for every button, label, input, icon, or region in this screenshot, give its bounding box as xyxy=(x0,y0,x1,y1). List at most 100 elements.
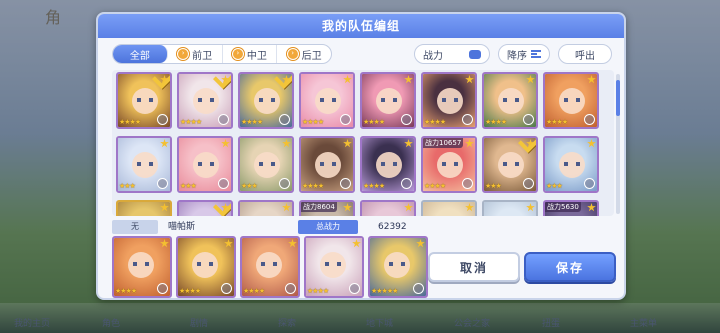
save-button[interactable]: 保存 xyxy=(524,252,616,282)
character-eyes xyxy=(564,98,580,102)
position-tab[interactable]: › 中卫 xyxy=(223,45,278,63)
team-member-card[interactable]: ★★★★ xyxy=(112,236,172,298)
filter-row: 全部 › 前卫 › 中卫 › 后卫 战力 降序 呼出 xyxy=(112,44,612,64)
star-rating: ★★★★★ xyxy=(371,287,398,295)
star-rating: ★★★ xyxy=(119,182,136,190)
character-eyes xyxy=(381,162,397,166)
character-roster-grid: ★★★★ ★★★★ ★★★★ ★★★★ ★★★★ ★★★★ ★★★★ ★★★★ ★★★ ★★★ ★★… xyxy=(112,70,614,216)
sort-order-button[interactable]: 降序 xyxy=(498,44,550,64)
character-eyes xyxy=(389,262,405,266)
character-portrait xyxy=(240,202,292,216)
level-ring-icon xyxy=(584,114,595,125)
team-name[interactable]: 喵帕斯 xyxy=(168,220,195,234)
character-card[interactable] xyxy=(177,200,233,216)
character-eyes xyxy=(381,98,397,102)
star-rating: ★★★★ xyxy=(302,118,324,126)
star-rating: ★★★ xyxy=(485,182,502,190)
star-rating: ★★★★ xyxy=(363,182,385,190)
level-ring-icon xyxy=(157,114,168,125)
character-card[interactable]: ★★★★ xyxy=(299,136,355,193)
character-eyes xyxy=(198,98,214,102)
character-eyes xyxy=(197,262,213,266)
sort-key-button[interactable]: 战力 xyxy=(414,44,490,64)
character-eyes xyxy=(259,162,275,166)
level-ring-icon xyxy=(157,178,168,189)
position-tab[interactable]: › 前卫 xyxy=(168,45,223,63)
sort-descending-icon xyxy=(531,50,541,58)
position-tab[interactable]: 全部 xyxy=(113,45,168,63)
character-card[interactable]: ★★★ xyxy=(177,136,233,193)
character-card[interactable]: ★★★ xyxy=(116,136,172,193)
character-card[interactable] xyxy=(116,200,172,216)
character-card[interactable]: 战力5630 xyxy=(543,200,599,216)
team-member-card[interactable]: ★★★★ xyxy=(304,236,364,298)
level-ring-icon xyxy=(413,283,424,294)
card-power-label: 战力5630 xyxy=(545,202,581,212)
character-card[interactable]: ★★★★ xyxy=(360,72,416,129)
call-button[interactable]: 呼出 xyxy=(558,44,612,64)
position-icon: › xyxy=(177,48,190,60)
character-portrait xyxy=(362,202,414,216)
character-portrait xyxy=(118,202,170,216)
character-eyes xyxy=(503,98,519,102)
team-member-card[interactable]: ★★★★ xyxy=(176,236,236,298)
dialog-title: 我的队伍编组 xyxy=(98,14,624,38)
toggle-icon xyxy=(469,49,481,59)
team-member-card[interactable]: ★★★★★ xyxy=(368,236,428,298)
character-card[interactable]: ★★★★ xyxy=(482,72,538,129)
character-card[interactable] xyxy=(238,200,294,216)
level-ring-icon xyxy=(218,178,229,189)
roster-scrollbar[interactable] xyxy=(616,74,620,214)
character-card[interactable]: ★★★ xyxy=(238,136,294,193)
character-card[interactable]: 战力10657 ★★★★ xyxy=(421,136,477,193)
character-card[interactable]: ★★★★ xyxy=(421,72,477,129)
character-card[interactable] xyxy=(421,200,477,216)
level-ring-icon xyxy=(401,178,412,189)
cancel-button[interactable]: 取消 xyxy=(428,252,520,282)
position-badge: 无 xyxy=(112,220,158,234)
level-ring-icon xyxy=(462,114,473,125)
team-editor-dialog: 我的队伍编组 全部 › 前卫 › 中卫 › 后卫 战力 降序 呼出 ★★★★ ★★★★ ★★★★… xyxy=(96,12,626,300)
character-eyes xyxy=(198,162,214,166)
character-card[interactable] xyxy=(360,200,416,216)
character-eyes xyxy=(564,162,580,166)
character-eyes xyxy=(133,262,149,266)
star-rating: ★★★★ xyxy=(302,182,324,190)
scrollbar-thumb[interactable] xyxy=(616,80,620,116)
character-card[interactable]: ★★★★ xyxy=(360,136,416,193)
position-tab-label: 后卫 xyxy=(301,50,322,62)
character-card[interactable]: ★★★ xyxy=(543,136,599,193)
character-card[interactable]: ★★★★ xyxy=(116,72,172,129)
card-power-label: 战力8604 xyxy=(301,202,337,212)
character-card[interactable]: ★★★★ xyxy=(543,72,599,129)
star-rating: ★★★★ xyxy=(119,118,141,126)
team-member-card[interactable]: ★★★★ xyxy=(240,236,300,298)
character-portrait xyxy=(423,202,475,216)
star-rating: ★★★★ xyxy=(179,287,201,295)
character-card[interactable]: ★★★★ xyxy=(299,72,355,129)
level-ring-icon xyxy=(279,178,290,189)
star-rating: ★★★★ xyxy=(546,118,568,126)
character-eyes xyxy=(320,98,336,102)
star-rating: ★★★★ xyxy=(115,287,137,295)
level-ring-icon xyxy=(523,178,534,189)
character-card[interactable]: ★★★★ xyxy=(238,72,294,129)
star-rating: ★★★★ xyxy=(424,118,446,126)
level-ring-icon xyxy=(401,114,412,125)
character-card[interactable]: ★★★ xyxy=(482,136,538,193)
star-rating: ★★★★ xyxy=(363,118,385,126)
character-card[interactable]: ★★★★ xyxy=(177,72,233,129)
level-ring-icon xyxy=(523,114,534,125)
total-power-label: 总战力 xyxy=(298,220,358,234)
level-ring-icon xyxy=(285,283,296,294)
position-tab-label: 中卫 xyxy=(246,50,267,62)
level-ring-icon xyxy=(157,283,168,294)
star-rating: ★★★★ xyxy=(180,118,202,126)
character-card[interactable]: 战力8604 xyxy=(299,200,355,216)
character-eyes xyxy=(259,98,275,102)
sort-order-label: 降序 xyxy=(507,50,527,62)
position-tab[interactable]: › 后卫 xyxy=(277,45,331,63)
position-tabs: 全部 › 前卫 › 中卫 › 后卫 xyxy=(112,44,332,64)
star-rating: ★★★★ xyxy=(424,182,446,190)
character-card[interactable] xyxy=(482,200,538,216)
